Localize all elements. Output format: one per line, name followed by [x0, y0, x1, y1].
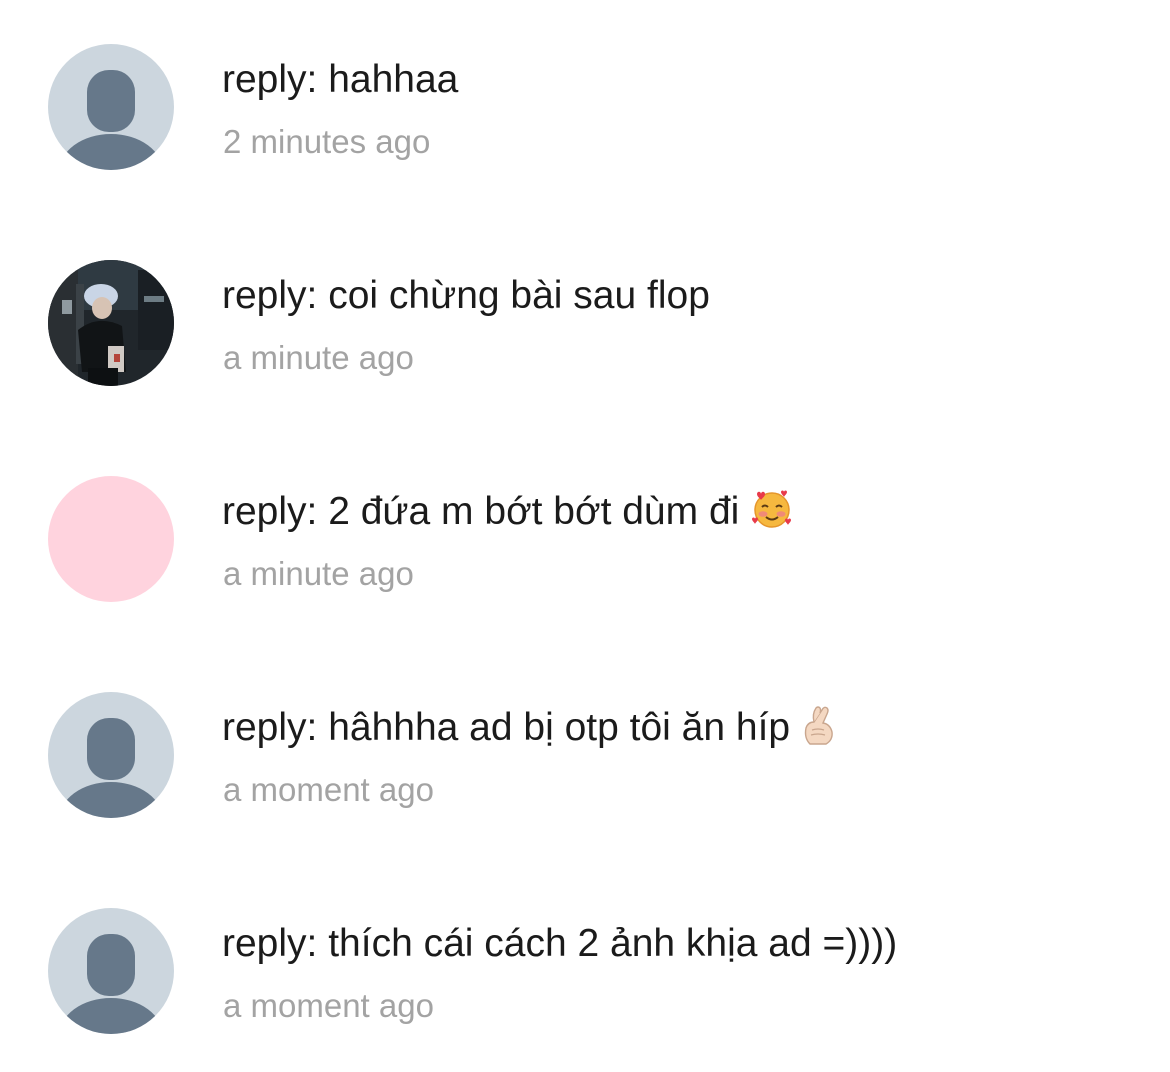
reply-text: reply: coi chừng bài sau flop: [222, 274, 710, 317]
pink-circle-avatar[interactable]: [48, 476, 174, 602]
reply-timestamp: 2 minutes ago: [223, 123, 431, 160]
reply-item[interactable]: reply: thích cái cách 2 ảnh khịa ad =)))…: [0, 864, 1170, 1034]
reply-text: reply: hâhhha ad bị otp tôi ăn híp: [222, 704, 836, 758]
reply-item[interactable]: reply: hahhaa 2 minutes ago: [0, 0, 1170, 170]
reply-timestamp: a moment ago: [223, 771, 434, 808]
default-person-icon[interactable]: [48, 44, 174, 170]
reply-item[interactable]: reply: hâhhha ad bị otp tôi ăn híp a mom…: [0, 648, 1170, 818]
smiling-face-with-hearts-icon: [751, 488, 793, 542]
user-photo-avatar[interactable]: [48, 260, 174, 386]
reply-text-content: reply: hâhhha ad bị otp tôi ăn híp: [222, 706, 791, 749]
reply-list: reply: hahhaa 2 minutes ago reply: coi c…: [0, 0, 1170, 1072]
hand-with-index-finger-and-thumb-crossed-icon: [802, 704, 836, 758]
reply-timestamp: a minute ago: [223, 555, 414, 592]
reply-item[interactable]: reply: coi chừng bài sau flop a minute a…: [0, 216, 1170, 386]
reply-text-content: reply: 2 đứa m bớt bớt dùm đi: [222, 490, 740, 533]
reply-timestamp: a moment ago: [223, 987, 434, 1024]
reply-text: reply: 2 đứa m bớt bớt dùm đi: [222, 488, 793, 542]
reply-timestamp: a minute ago: [223, 339, 414, 376]
reply-text: reply: thích cái cách 2 ảnh khịa ad =)))…: [222, 922, 898, 965]
reply-text: reply: hahhaa: [222, 58, 459, 101]
default-person-icon[interactable]: [48, 692, 174, 818]
default-person-icon[interactable]: [48, 908, 174, 1034]
reply-item[interactable]: reply: 2 đứa m bớt bớt dùm đi a minute a…: [0, 432, 1170, 602]
